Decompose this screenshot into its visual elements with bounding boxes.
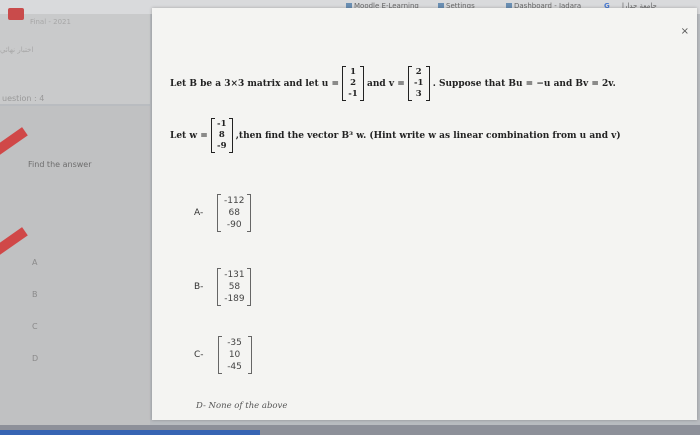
taskbar-accent xyxy=(0,430,260,435)
question-line-2: Let w = -1 8 -9 ,then find the vector B³ w… xyxy=(170,118,621,153)
option-a[interactable]: A xyxy=(32,258,37,267)
option-d[interactable]: D xyxy=(32,354,38,363)
vector-w: -1 8 -9 xyxy=(210,118,233,153)
option-b[interactable]: B xyxy=(32,290,38,299)
close-icon[interactable]: × xyxy=(681,26,689,37)
breadcrumb: Final - 2021 xyxy=(30,18,71,26)
find-answer-text: Find the answer xyxy=(28,160,92,169)
answer-b-vector: -131 58 -189 xyxy=(217,268,252,306)
vector-v: 2 -1 3 xyxy=(407,66,430,101)
answer-a-vector: -112 68 -90 xyxy=(217,194,252,232)
answer-c[interactable]: C- -35 10 -45 xyxy=(194,336,252,374)
red-tab-icon xyxy=(8,8,24,20)
answer-b[interactable]: B- -131 58 -189 xyxy=(194,268,252,306)
breadcrumb-sub: اختبار نهائي xyxy=(0,46,34,54)
question-number: uestion : 4 xyxy=(2,94,45,103)
answer-d[interactable]: D- None of the above xyxy=(196,401,287,411)
vector-u: 1 2 -1 xyxy=(342,66,365,101)
question-dialog: × Let B be a 3×3 matrix and let u = 1 2 -1… xyxy=(152,8,697,420)
answer-a[interactable]: A- -112 68 -90 xyxy=(194,194,252,232)
answer-c-vector: -35 10 -45 xyxy=(217,336,252,374)
option-c[interactable]: C xyxy=(32,322,38,331)
question-line-1: Let B be a 3×3 matrix and let u = 1 2 -1 a… xyxy=(170,66,616,101)
left-panel xyxy=(0,106,150,426)
left-header xyxy=(0,14,150,104)
